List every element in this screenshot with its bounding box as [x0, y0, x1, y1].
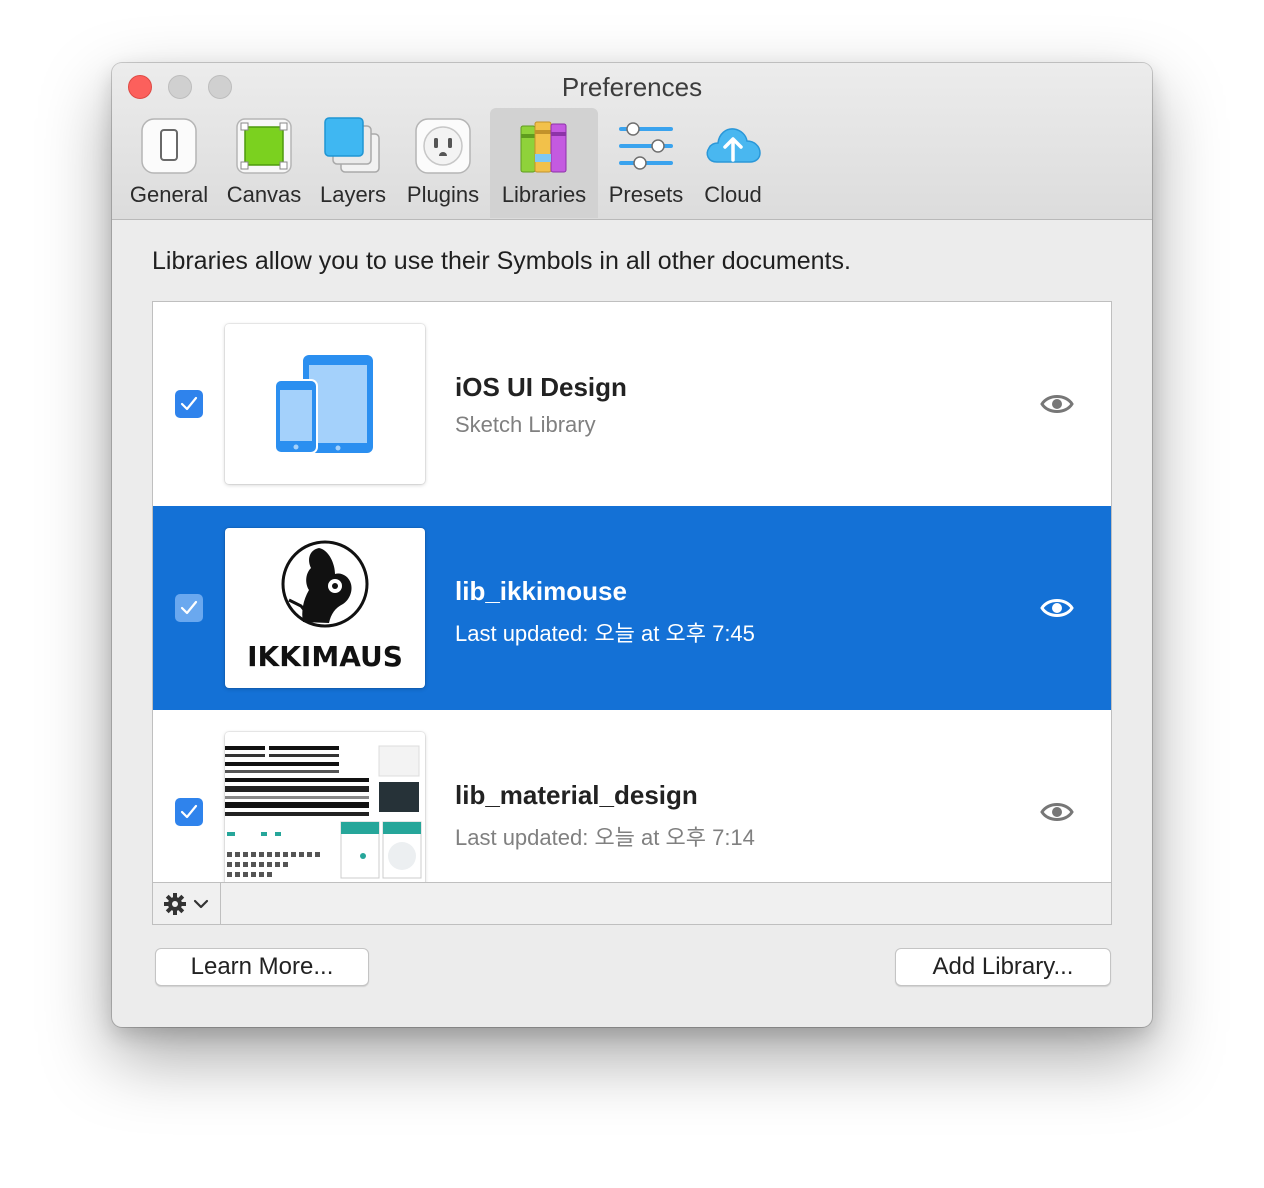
tab-cloud[interactable]: Cloud [694, 108, 772, 218]
preferences-window: Preferences General Canvas Layers Plugin… [112, 63, 1152, 1027]
layers-icon [324, 117, 380, 173]
library-thumbnail [225, 732, 425, 892]
general-icon [141, 118, 197, 174]
eye-icon[interactable] [1040, 597, 1074, 619]
library-row-ios-ui-design[interactable]: iOS UI Design Sketch Library [153, 302, 1111, 506]
title-bar: Preferences General Canvas Layers Plugin… [112, 63, 1152, 220]
library-checkbox[interactable] [175, 390, 203, 418]
tab-plugins-label: Plugins [406, 182, 480, 207]
library-checkbox[interactable] [175, 798, 203, 826]
library-subtitle: Last updated: 오늘 at 오후 7:45 [455, 621, 755, 646]
cloud-icon [706, 128, 761, 163]
gear-icon [164, 893, 186, 915]
library-name: lib_ikkimouse [455, 576, 627, 606]
ios-devices-icon [274, 355, 373, 454]
libraries-icon [520, 121, 567, 173]
tab-canvas-label: Canvas [226, 182, 302, 207]
tab-layers[interactable]: Layers [314, 108, 392, 218]
tab-general[interactable]: General [126, 108, 212, 218]
ikkimaus-wordmark: IKKIMAUS [247, 640, 403, 673]
tab-canvas[interactable]: Canvas [220, 108, 308, 218]
library-subtitle: Sketch Library [455, 412, 596, 437]
canvas-icon [236, 118, 292, 174]
gear-menu-button[interactable] [153, 883, 221, 924]
eye-icon[interactable] [1040, 801, 1074, 823]
library-thumbnail [225, 324, 425, 484]
checkmark-icon [180, 600, 198, 615]
presets-icon [619, 122, 673, 170]
tab-libraries-label: Libraries [501, 182, 587, 207]
learn-more-button[interactable]: Learn More... [155, 948, 369, 986]
ikkimaus-logo: IKKIMAUS [247, 540, 403, 673]
plugins-icon [415, 118, 471, 174]
checkmark-icon [180, 804, 198, 819]
library-row-lib-ikkimouse[interactable]: IKKIMAUS lib_ikkimouse Last updated: 오늘 … [153, 506, 1111, 710]
library-name: lib_material_design [455, 780, 698, 810]
library-thumbnail: IKKIMAUS [225, 528, 425, 688]
tab-presets[interactable]: Presets [604, 108, 688, 218]
list-footer [153, 882, 1111, 924]
tab-general-label: General [129, 182, 209, 207]
window-title: Preferences [561, 72, 703, 102]
tab-layers-label: Layers [319, 182, 387, 207]
add-library-button[interactable]: Add Library... [895, 948, 1111, 986]
library-list: iOS UI Design Sketch Library IKKIMAUS li… [152, 301, 1112, 925]
chevron-down-icon [193, 899, 209, 909]
tab-presets-label: Presets [608, 182, 684, 207]
libraries-description: Libraries allow you to use their Symbols… [152, 247, 851, 275]
eye-icon[interactable] [1040, 393, 1074, 415]
tab-plugins[interactable]: Plugins [400, 108, 486, 218]
tab-cloud-label: Cloud [704, 182, 762, 207]
tab-libraries[interactable]: Libraries [490, 108, 598, 218]
material-design-preview [225, 745, 422, 879]
library-subtitle: Last updated: 오늘 at 오후 7:14 [455, 825, 755, 850]
library-name: iOS UI Design [455, 372, 627, 402]
checkmark-icon [180, 396, 198, 411]
library-checkbox[interactable] [175, 594, 203, 622]
